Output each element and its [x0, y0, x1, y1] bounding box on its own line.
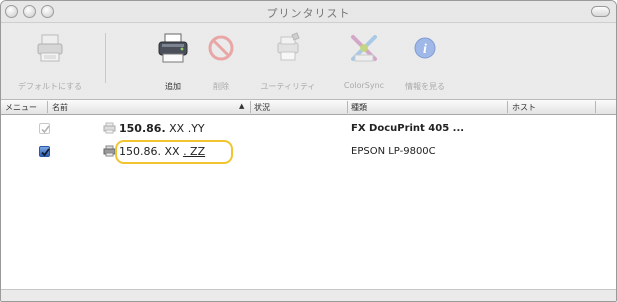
colorsync-icon — [351, 35, 377, 62]
checkmark-icon — [41, 148, 50, 157]
utility-label: ユーティリティ — [260, 82, 316, 91]
printer-row[interactable]: 150.86. XX .YY FX DocuPrint 405 ... — [1, 121, 616, 136]
toolbar-separator — [105, 33, 106, 83]
svg-text:i: i — [423, 42, 427, 57]
utility-icon — [277, 32, 300, 61]
printer-row[interactable]: 150.86. XX . ZZ EPSON LP-9800C — [1, 144, 616, 159]
network-printer-icon — [103, 122, 116, 134]
column-divider — [347, 101, 348, 113]
toolbar-toggle-button[interactable] — [591, 6, 610, 17]
in-menu-checkbox[interactable] — [39, 146, 50, 157]
highlight-annotation — [115, 140, 233, 164]
column-divider — [595, 101, 596, 113]
printer-name: 150.86. XX .YY — [119, 122, 205, 135]
delete-button[interactable]: 削除 — [201, 29, 241, 95]
colorsync-label: ColorSync — [343, 81, 385, 90]
toolbar: デフォルトにする 追加 削除 ユーティリティ ColorSync i 情報を見る — [1, 23, 616, 100]
make-default-button[interactable]: デフォルトにする — [5, 29, 95, 95]
delete-icon — [208, 35, 234, 61]
column-menu[interactable]: メニュー — [5, 102, 37, 113]
printer-list: 150.86. XX .YY FX DocuPrint 405 ... 150.… — [1, 115, 616, 287]
printer-name-address: 150.86. — [119, 122, 166, 135]
utility-button[interactable]: ユーティリティ — [251, 29, 325, 95]
column-host[interactable]: ホスト — [512, 102, 536, 113]
in-menu-checkbox[interactable] — [39, 123, 50, 134]
column-divider — [507, 101, 508, 113]
column-divider — [250, 101, 251, 113]
printer-kind: EPSON LP-9800C — [351, 146, 436, 157]
show-info-label: 情報を見る — [405, 82, 445, 91]
window-bottom-bar — [1, 289, 616, 301]
colorsync-button[interactable]: ColorSync — [337, 29, 391, 95]
printer-name-mid: XX — [165, 122, 188, 135]
add-printer-icon — [158, 33, 188, 63]
delete-label: 削除 — [213, 82, 229, 91]
printer-default-icon — [37, 34, 63, 62]
title-bar: プリンタリスト — [1, 1, 616, 23]
column-name[interactable]: 名前 — [52, 102, 68, 113]
printer-name-tail: .YY — [187, 122, 205, 135]
show-info-button[interactable]: i 情報を見る — [395, 29, 455, 95]
sort-ascending-icon: ▲ — [239, 102, 245, 110]
make-default-label: デフォルトにする — [17, 82, 83, 91]
column-kind[interactable]: 種類 — [351, 102, 367, 113]
add-button[interactable]: 追加 — [151, 29, 195, 95]
window-title: プリンタリスト — [266, 7, 351, 20]
add-label: 追加 — [165, 82, 181, 91]
checkmark-icon — [41, 125, 50, 134]
column-header: メニュー 名前 ▲ 状況 種類 ホスト — [1, 100, 616, 115]
printer-kind: FX DocuPrint 405 ... — [351, 123, 465, 134]
printer-list-window: プリンタリスト デフォルトにする 追加 削除 ユーティリティ ColorSync… — [0, 0, 617, 302]
column-status[interactable]: 状況 — [254, 102, 270, 113]
info-icon: i — [414, 37, 436, 59]
column-divider — [47, 101, 48, 113]
